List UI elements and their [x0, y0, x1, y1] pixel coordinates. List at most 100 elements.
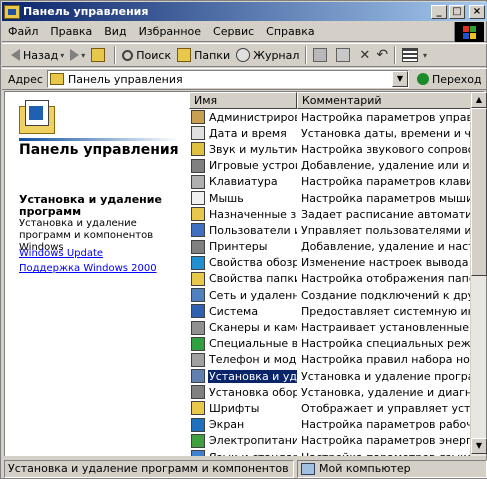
control-panel-large-icon	[19, 100, 59, 136]
undo-button[interactable]: ↶	[373, 45, 391, 65]
list-item[interactable]: Дата и время Установка даты, времени и ча…	[189, 125, 485, 141]
list-item-name-cell[interactable]: Сканеры и камеры	[189, 320, 297, 335]
list-item-name-cell[interactable]: Свойства обозре...	[189, 255, 297, 270]
list-item[interactable]: Клавиатура Настройка параметров клавиатур…	[189, 174, 485, 190]
list-item-name-cell[interactable]: Принтеры	[189, 239, 297, 254]
list-item-name: Электропитание	[209, 434, 297, 448]
list-item[interactable]: Свойства папки Настройка отображения папо…	[189, 271, 485, 287]
back-button[interactable]: Назад ▾	[8, 45, 67, 65]
list-item[interactable]: Мышь Настройка параметров мыши	[189, 190, 485, 206]
window-title: Панель управления	[23, 5, 149, 18]
list-item-name-cell[interactable]: Игровые устрой...	[189, 158, 297, 173]
list-item[interactable]: Установка обору... Установка, удаление и …	[189, 384, 485, 400]
list-item-name-cell[interactable]: Администрирова...	[189, 110, 297, 125]
list-item-name: Звук и мультиме...	[209, 142, 297, 156]
tool-shape	[29, 106, 43, 120]
close-button[interactable]: ×	[469, 4, 485, 19]
list-item-name-cell[interactable]: Экран	[189, 417, 297, 432]
list-item-name-cell[interactable]: Установка и уда...	[189, 369, 297, 384]
list-item-name-cell[interactable]: Свойства папки	[189, 271, 297, 286]
list-item-name-cell[interactable]: Установка обору...	[189, 385, 297, 400]
control-panel-folder-icon	[49, 73, 64, 85]
list-item-name-cell[interactable]: Клавиатура	[189, 174, 297, 189]
views-button[interactable]: ▾	[399, 45, 430, 65]
list-item[interactable]: Сканеры и камеры Настраивает установленны…	[189, 319, 485, 335]
list-item[interactable]: Специальные во... Настройка специальных р…	[189, 336, 485, 352]
list-item-name-cell[interactable]: Звук и мультиме...	[189, 142, 297, 157]
scroll-down-button[interactable]: ▼	[471, 438, 487, 454]
list-item[interactable]: Экран Настройка параметров рабочего сто	[189, 417, 485, 433]
selected-item-title: Установка и удаление программ	[19, 193, 162, 218]
history-label: Журнал	[253, 48, 300, 62]
minimize-button[interactable]: _	[431, 4, 447, 19]
applet-icon	[191, 288, 205, 303]
address-input[interactable]: Панель управления ▼	[46, 70, 409, 88]
list-item-name-cell[interactable]: Мышь	[189, 191, 297, 206]
list-item[interactable]: Шрифты Отображает и управляет установле	[189, 400, 485, 416]
applet-icon	[191, 174, 205, 189]
vertical-scrollbar[interactable]: ▲ ▼	[470, 92, 487, 456]
list-item-name-cell[interactable]: Сеть и удаленн...	[189, 288, 297, 303]
scroll-thumb[interactable]	[471, 108, 487, 276]
folders-button[interactable]: Папки	[174, 45, 233, 65]
menu-file[interactable]: Файл	[2, 25, 44, 38]
column-header-name[interactable]: Имя	[189, 92, 297, 109]
address-dropdown-button[interactable]: ▼	[391, 71, 408, 87]
list-item-name-cell[interactable]: Телефон и модем	[189, 352, 297, 367]
up-button[interactable]	[88, 45, 111, 65]
list-item[interactable]: Игровые устрой... Добавление, удаление ил…	[189, 158, 485, 174]
list-item-name-cell[interactable]: Шрифты	[189, 401, 297, 416]
menu-favorites[interactable]: Избранное	[133, 25, 207, 38]
list-item-name-cell[interactable]: Назначенные за...	[189, 207, 297, 222]
list-item[interactable]: Телефон и модем Настройка правил набора н…	[189, 352, 485, 368]
maximize-button[interactable]: □	[449, 4, 465, 19]
list-header: Имя Комментарий	[189, 92, 485, 109]
list-item[interactable]: Электропитание Настройка параметров энерг…	[189, 433, 485, 449]
menu-view[interactable]: Вид	[98, 25, 132, 38]
history-button[interactable]: Журнал	[233, 45, 302, 65]
copy-to-button[interactable]	[333, 45, 356, 65]
applet-icon	[191, 336, 205, 351]
scroll-up-button[interactable]: ▲	[471, 92, 487, 108]
applet-icon	[191, 352, 205, 367]
list-item[interactable]: Принтеры Добавление, удаление и настройка	[189, 239, 485, 255]
list-item-name-cell[interactable]: Электропитание	[189, 433, 297, 448]
list-item[interactable]: Система Предоставляет системную информа	[189, 303, 485, 319]
list-item[interactable]: Назначенные за... Задает расписание автом…	[189, 206, 485, 222]
list-item-name-cell[interactable]: Пользователи и...	[189, 223, 297, 238]
list-item-name: Свойства обозре...	[209, 256, 297, 270]
list-item[interactable]: Пользователи и... Управляет пользователям…	[189, 222, 485, 238]
title-bar[interactable]: Панель управления _ □ ×	[2, 2, 487, 21]
menu-help[interactable]: Справка	[260, 25, 320, 38]
windows-update-link[interactable]: Windows Update	[19, 248, 103, 259]
list-item[interactable]: Звук и мультиме... Настройка звукового со…	[189, 141, 485, 157]
list-item[interactable]: Язык и стандартыНастройка параметров язы…	[189, 449, 485, 456]
move-to-button[interactable]	[310, 45, 333, 65]
list-item-comment: Создание подключений к другим ком	[301, 288, 485, 302]
panel-title: Панель управления	[19, 142, 179, 158]
applet-icon	[191, 385, 205, 400]
menu-edit[interactable]: Правка	[44, 25, 98, 38]
list-item[interactable]: Администрирова... Настройка параметров уп…	[189, 109, 485, 125]
forward-button[interactable]: ▾	[67, 45, 88, 65]
list-item-name: Установка и уда...	[208, 369, 297, 383]
status-text: Установка и удаление программ и компонен…	[4, 459, 294, 478]
menu-tools[interactable]: Сервис	[207, 25, 260, 38]
applet-icon	[191, 191, 205, 206]
list-item-name-cell[interactable]: Система	[189, 304, 297, 319]
list-item[interactable]: Свойства обозре... Изменение настроек выв…	[189, 255, 485, 271]
go-button[interactable]: Переход	[416, 73, 482, 86]
list-item[interactable]: Сеть и удаленн... Создание подключений к …	[189, 287, 485, 303]
delete-button[interactable]: ✕	[356, 45, 373, 65]
list-item-name: Клавиатура	[209, 175, 278, 189]
list-item-name-cell[interactable]: Язык и стандарты	[189, 450, 297, 456]
standard-toolbar: Назад ▾ ▾ Поиск Папки Журнал ✕ ↶ ▾	[2, 43, 487, 67]
column-header-comment[interactable]: Комментарий	[297, 92, 485, 109]
windows-support-link[interactable]: Поддержка Windows 2000	[19, 263, 157, 274]
search-button[interactable]: Поиск	[119, 45, 174, 65]
list-item-comment: Задает расписание автоматически з	[301, 207, 485, 221]
list-item[interactable]: Установка и уда... Установка и удаление п…	[189, 368, 485, 384]
list-item-name-cell[interactable]: Дата и время	[189, 126, 297, 141]
go-arrow-icon	[416, 73, 429, 85]
list-item-name-cell[interactable]: Специальные во...	[189, 336, 297, 351]
